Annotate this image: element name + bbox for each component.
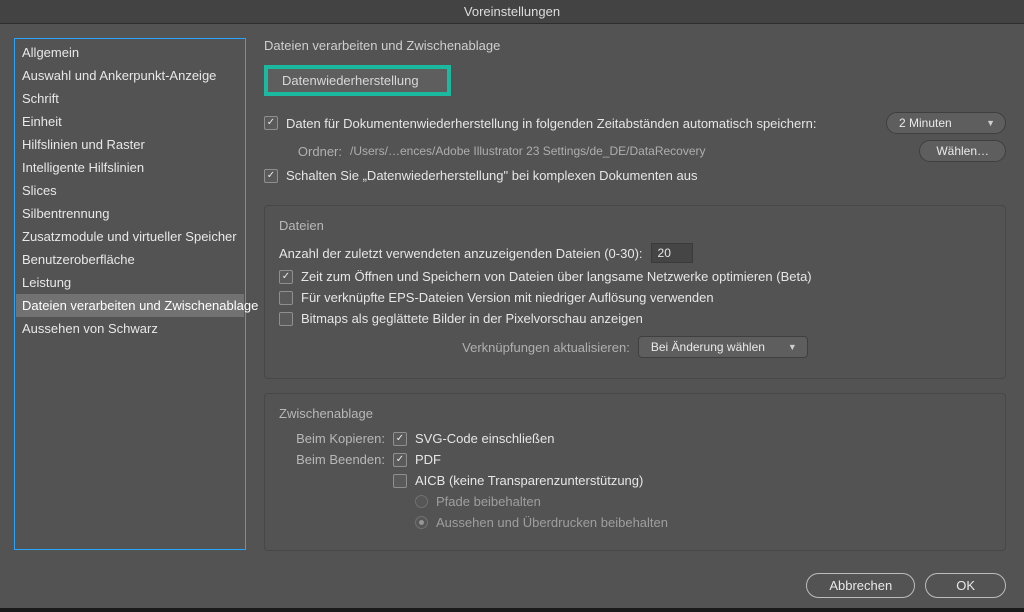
ok-button[interactable]: OK <box>925 573 1006 598</box>
sidebar-item[interactable]: Hilfslinien und Raster <box>16 133 244 156</box>
eps-lowres-label: Für verknüpfte EPS-Dateien Version mit n… <box>301 290 714 305</box>
clipboard-group: Zwischenablage Beim Kopieren: SVG-Code e… <box>264 393 1006 551</box>
files-group: Dateien Anzahl der zuletzt verwendeten a… <box>264 205 1006 379</box>
on-copy-label: Beim Kopieren: <box>279 431 385 446</box>
update-links-label: Verknüpfungen aktualisieren: <box>462 340 630 355</box>
aicb-label: AICB (keine Transparenzunterstützung) <box>415 473 643 488</box>
sidebar-item[interactable]: Aussehen von Schwarz <box>16 317 244 340</box>
files-group-title: Dateien <box>279 218 991 233</box>
dialog-footer: Abbrechen OK <box>0 565 1024 612</box>
appearance-radio <box>415 516 428 529</box>
sidebar-item[interactable]: Intelligente Hilfslinien <box>16 156 244 179</box>
cancel-button[interactable]: Abbrechen <box>806 573 915 598</box>
recent-files-label: Anzahl der zuletzt verwendeten anzuzeige… <box>279 246 643 261</box>
sidebar-item[interactable]: Slices <box>16 179 244 202</box>
interval-select-value: 2 Minuten <box>899 116 952 130</box>
chevron-down-icon: ▼ <box>788 342 797 352</box>
update-links-value: Bei Änderung wählen <box>651 340 765 354</box>
on-quit-label: Beim Beenden: <box>279 452 385 467</box>
category-sidebar: AllgemeinAuswahl und Ankerpunkt-AnzeigeS… <box>14 38 246 550</box>
pdf-label: PDF <box>415 452 441 467</box>
panel-title: Dateien verarbeiten und Zwischenablage <box>264 38 1006 53</box>
disable-complex-checkbox[interactable] <box>264 169 278 183</box>
svg-checkbox[interactable] <box>393 432 407 446</box>
sidebar-item[interactable]: Leistung <box>16 271 244 294</box>
aicb-checkbox[interactable] <box>393 474 407 488</box>
window-title: Voreinstellungen <box>0 0 1024 24</box>
clipboard-group-title: Zwischenablage <box>279 406 991 421</box>
auto-save-label: Daten für Dokumentenwiederherstellung in… <box>286 116 816 131</box>
svg-label: SVG-Code einschließen <box>415 431 554 446</box>
interval-select[interactable]: 2 Minuten ▼ <box>886 112 1006 134</box>
bitmap-smooth-checkbox[interactable] <box>279 312 293 326</box>
chevron-down-icon: ▼ <box>986 118 995 128</box>
folder-path: /Users/…ences/Adobe Illustrator 23 Setti… <box>350 144 706 158</box>
sidebar-item[interactable]: Silbentrennung <box>16 202 244 225</box>
sidebar-item[interactable]: Zusatzmodule und virtueller Speicher <box>16 225 244 248</box>
sidebar-item[interactable]: Allgemein <box>16 41 244 64</box>
appearance-radio-label: Aussehen und Überdrucken beibehalten <box>436 515 668 530</box>
preferences-window: Voreinstellungen AllgemeinAuswahl und An… <box>0 0 1024 608</box>
sidebar-item[interactable]: Benutzeroberfläche <box>16 248 244 271</box>
pdf-checkbox[interactable] <box>393 453 407 467</box>
sidebar-item[interactable]: Dateien verarbeiten und Zwischenablage <box>16 294 244 317</box>
slow-network-checkbox[interactable] <box>279 270 293 284</box>
recovery-heading: Datenwiederherstellung <box>264 65 451 96</box>
sidebar-item[interactable]: Einheit <box>16 110 244 133</box>
auto-save-checkbox[interactable] <box>264 116 278 130</box>
update-links-select[interactable]: Bei Änderung wählen ▼ <box>638 336 808 358</box>
recent-files-input[interactable] <box>651 243 693 263</box>
bitmap-smooth-label: Bitmaps als geglättete Bilder in der Pix… <box>301 311 643 326</box>
sidebar-item[interactable]: Schrift <box>16 87 244 110</box>
disable-complex-label: Schalten Sie „Datenwiederherstellung" be… <box>286 168 697 183</box>
recovery-group: Daten für Dokumentenwiederherstellung in… <box>264 112 1006 195</box>
main-panel: Dateien verarbeiten und Zwischenablage D… <box>264 38 1010 565</box>
paths-radio-label: Pfade beibehalten <box>436 494 541 509</box>
paths-radio <box>415 495 428 508</box>
sidebar-item[interactable]: Auswahl und Ankerpunkt-Anzeige <box>16 64 244 87</box>
folder-label: Ordner: <box>292 144 342 159</box>
eps-lowres-checkbox[interactable] <box>279 291 293 305</box>
choose-folder-button[interactable]: Wählen… <box>919 140 1006 162</box>
window-body: AllgemeinAuswahl und Ankerpunkt-AnzeigeS… <box>0 24 1024 565</box>
slow-network-label: Zeit zum Öffnen und Speichern von Dateie… <box>301 269 812 284</box>
